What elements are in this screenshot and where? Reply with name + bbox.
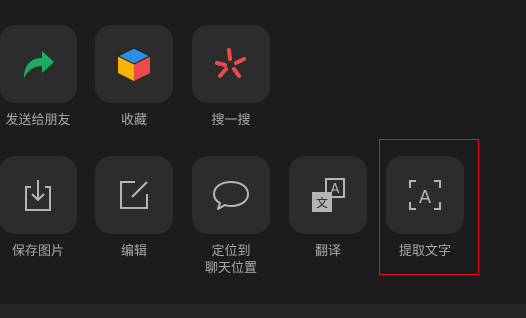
bottom-strip [0,304,526,318]
share-arrow-icon [24,51,54,78]
translate-label: 翻译 [314,244,341,259]
search-label: 搜一搜 [211,113,251,128]
share-to-friend-action[interactable]: 发送给朋友 [0,25,83,129]
translate-icon: A 文 [312,178,345,212]
favorites-action[interactable]: 收藏 [89,25,179,129]
translate-front-glyph: 文 [316,195,328,210]
save-image-icon [25,180,51,211]
share-label: 发送给朋友 [5,113,71,128]
search-action[interactable]: 搜一搜 [186,25,276,129]
save-image-tile[interactable] [0,156,77,234]
chat-bubble-icon [213,181,249,210]
save-image-action[interactable]: 保存图片 [0,156,83,260]
favorites-label: 收藏 [120,113,147,128]
edit-label: 编辑 [120,244,147,259]
translate-tile[interactable]: A 文 [289,156,367,234]
highlight-box [379,139,479,275]
save-image-label: 保存图片 [11,244,64,259]
edit-tile[interactable] [95,156,173,234]
search-sparkle-icon [215,48,246,78]
locate-in-chat-action[interactable]: 定位到 聊天位置 [186,156,276,277]
search-tile[interactable] [192,25,270,103]
locate-tile[interactable] [192,156,270,234]
action-sheet: 发送给朋友 收藏 搜一搜 保存图片 编辑 定位到 聊天位置 A 文 翻译 A 提… [0,0,526,304]
share-tile[interactable] [0,25,77,103]
locate-label: 定位到 聊天位置 [204,244,257,276]
edit-action[interactable]: 编辑 [89,156,179,260]
edit-icon [120,181,148,209]
favorites-cube-icon [116,47,152,81]
favorites-tile[interactable] [95,25,173,103]
translate-action[interactable]: A 文 翻译 [283,156,373,260]
